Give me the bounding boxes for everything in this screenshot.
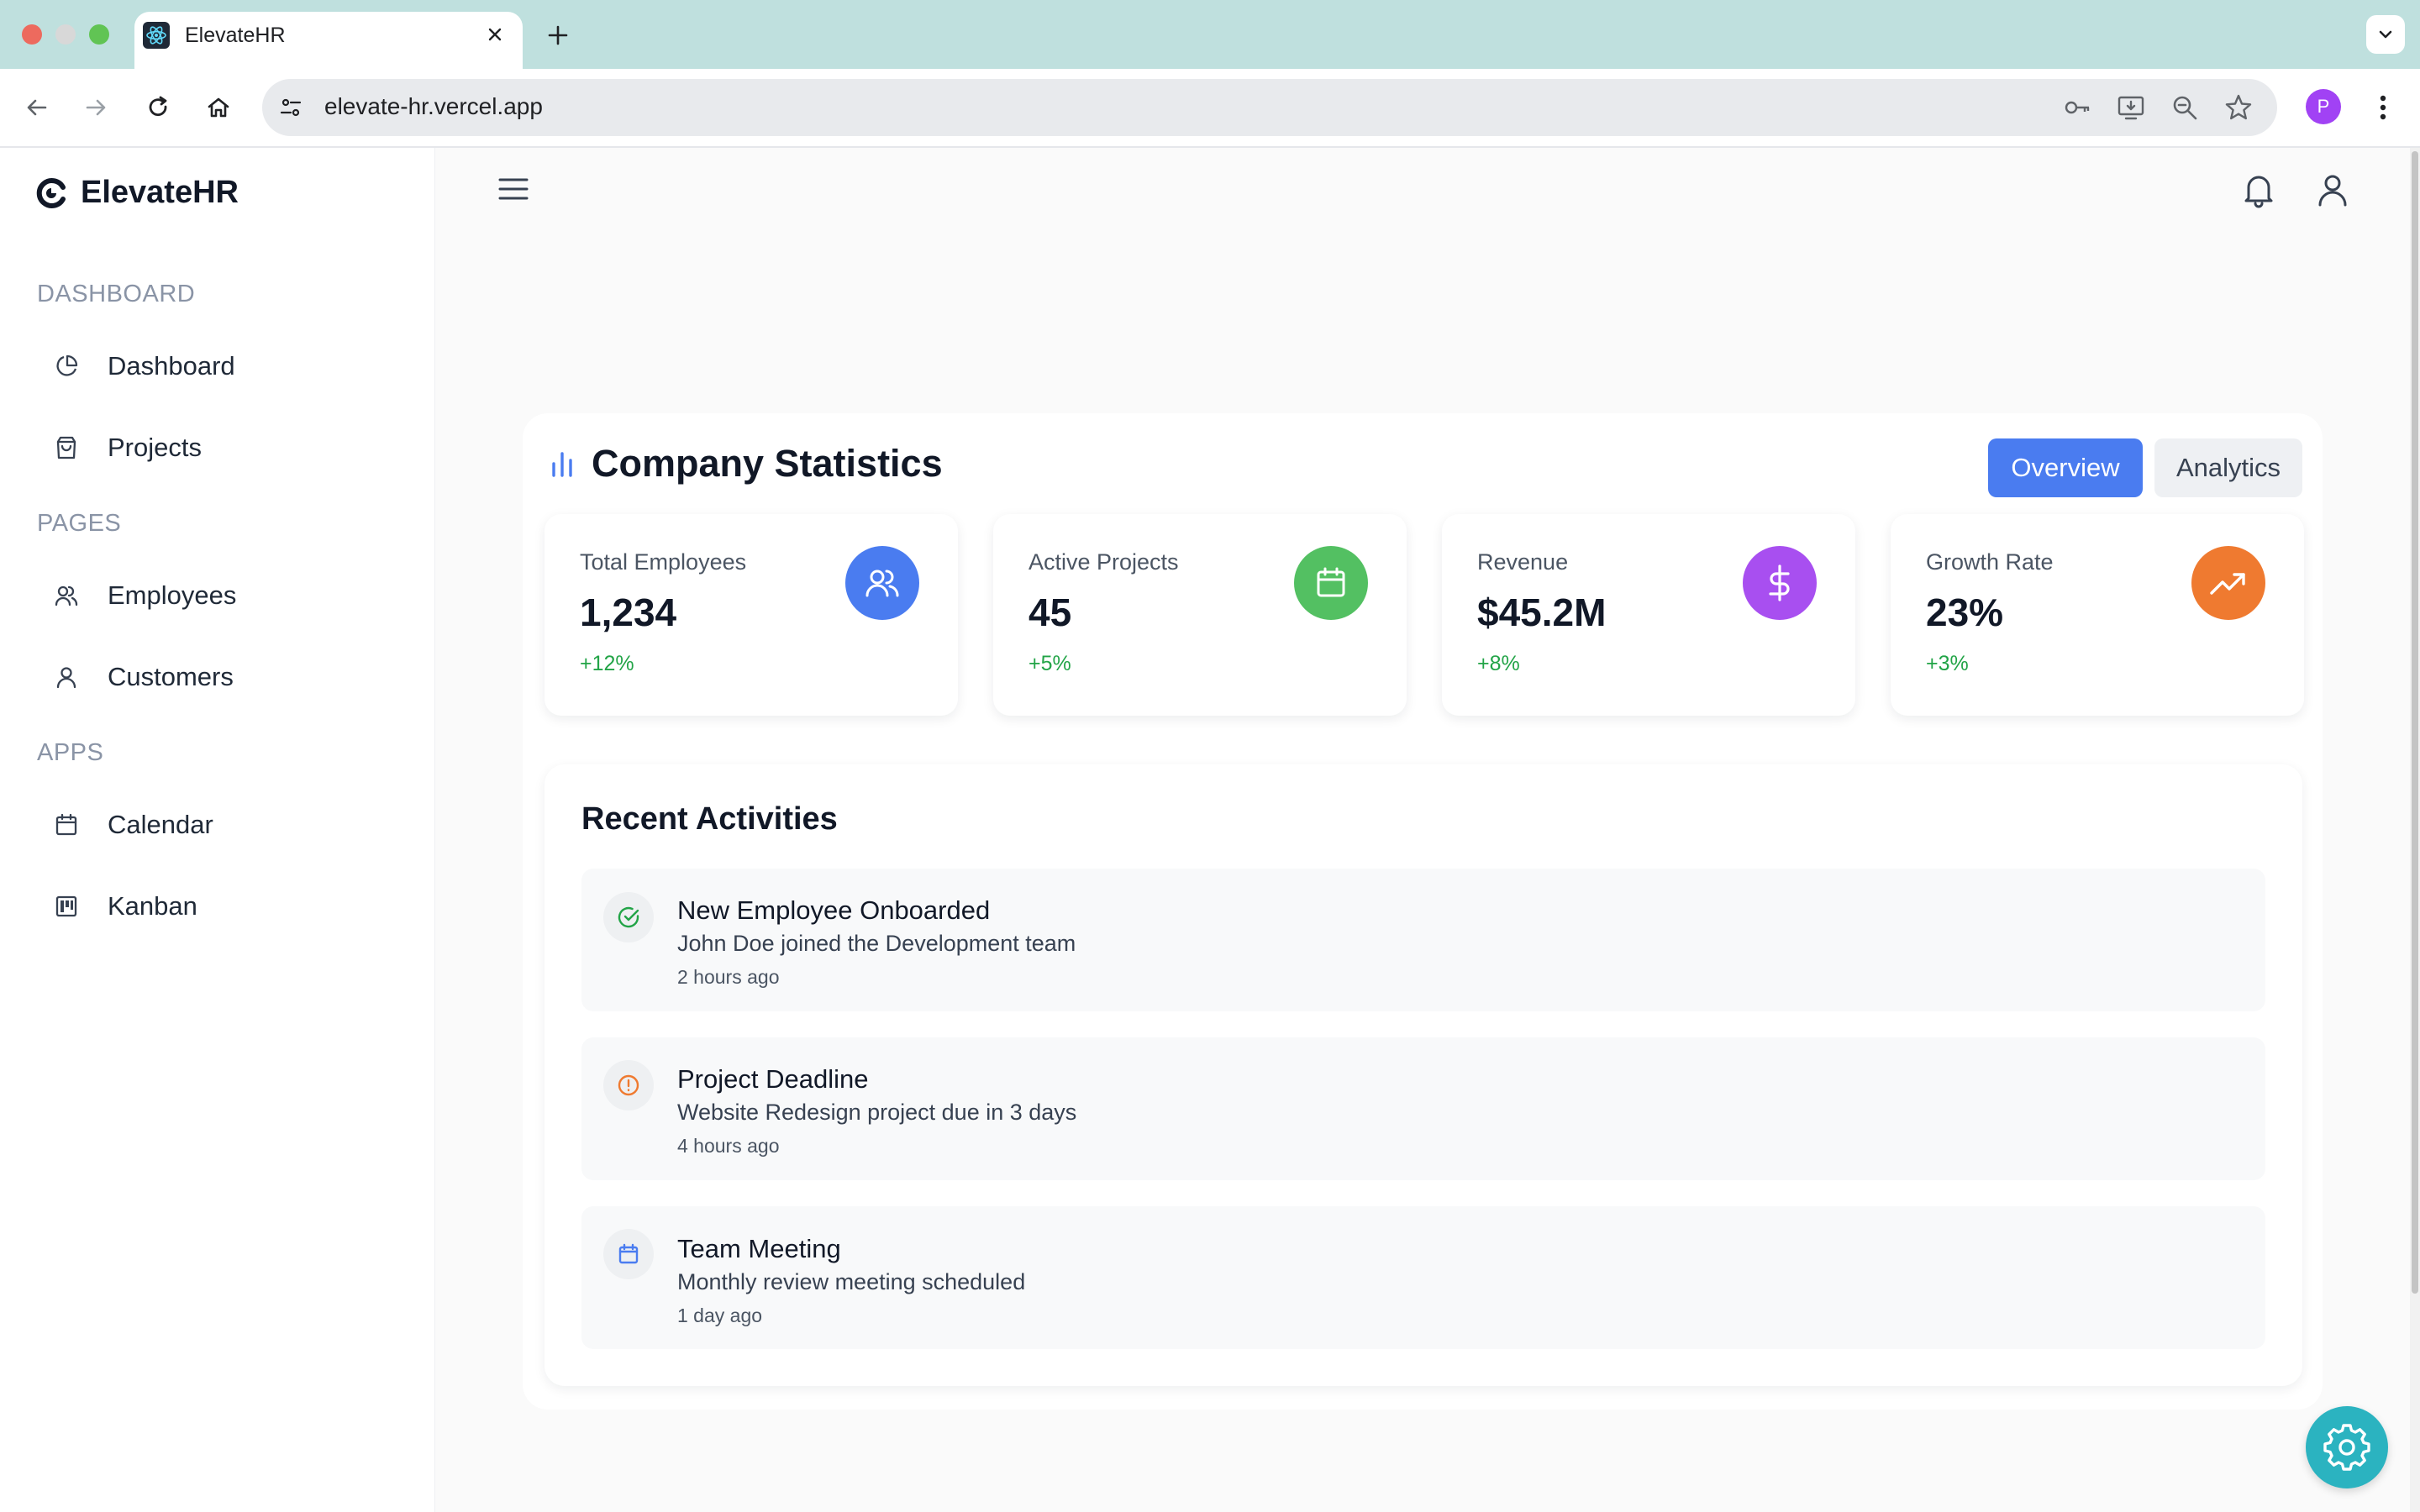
browser-menu-icon[interactable] (2366, 89, 2400, 126)
zoom-icon[interactable] (2166, 89, 2203, 126)
sidebar-item-customers[interactable]: Customers (37, 647, 407, 707)
check-circle-icon (603, 892, 654, 942)
scrollbar-thumb[interactable] (2412, 151, 2418, 1294)
stat-delta: +8% (1477, 652, 1520, 675)
sidebar-item-label: Employees (108, 580, 237, 610)
tab-analytics[interactable]: Analytics (2154, 438, 2302, 497)
menu-toggle-icon[interactable] (494, 170, 533, 208)
sidebar-item-dashboard[interactable]: Dashboard (37, 336, 407, 396)
activity-title: Team Meeting (677, 1234, 841, 1263)
stat-card-growth-rate: Growth Rate 23% +3% (1891, 514, 2304, 716)
window-zoom-button[interactable] (89, 24, 109, 45)
calendar-icon (603, 1229, 654, 1279)
users-icon (845, 546, 919, 620)
stat-delta: +12% (580, 652, 634, 675)
page-title: Company Statistics (592, 442, 943, 485)
brand-name: ElevateHR (81, 175, 239, 210)
activity-description: Monthly review meeting scheduled (677, 1269, 1026, 1294)
pie-chart-icon (52, 352, 81, 381)
stat-card-revenue: Revenue $45.2M +8% (1442, 514, 1855, 716)
section-title: Recent Activities (581, 801, 838, 837)
sidebar-item-kanban[interactable]: Kanban (37, 876, 407, 937)
calendar-icon (52, 811, 81, 839)
reload-icon[interactable] (139, 89, 176, 126)
activity-title: New Employee Onboarded (677, 895, 991, 925)
sidebar-item-label: Calendar (108, 810, 213, 839)
sidebar-item-label: Dashboard (108, 351, 235, 381)
window-close-button[interactable] (22, 24, 42, 45)
stat-delta: +3% (1926, 652, 1969, 675)
sidebar-item-calendar[interactable]: Calendar (37, 795, 407, 855)
sidebar-item-label: Customers (108, 662, 234, 691)
site-settings-icon[interactable] (274, 91, 308, 124)
stat-label: Active Projects (1028, 549, 1179, 575)
sidebar-item-employees[interactable]: Employees (37, 565, 407, 626)
stat-card-total-employees: Total Employees 1,234 +12% (544, 514, 958, 716)
back-arrow-icon[interactable] (18, 89, 55, 126)
stat-label: Revenue (1477, 549, 1569, 575)
section-label-dashboard: DASHBOARD (37, 281, 196, 307)
alert-circle-icon (603, 1060, 654, 1110)
activity-title: Project Deadline (677, 1064, 869, 1094)
bar-chart-icon (548, 449, 576, 479)
sidebar-item-projects[interactable]: Projects (37, 417, 407, 478)
browser-tab-title: ElevateHR (185, 24, 286, 47)
install-app-icon[interactable] (2112, 89, 2149, 126)
close-tab-icon[interactable] (482, 22, 508, 47)
react-logo-icon (143, 22, 170, 49)
users-icon (52, 581, 81, 610)
user-icon (52, 663, 81, 691)
shopping-bag-icon (52, 433, 81, 462)
tab-overview[interactable]: Overview (1988, 438, 2143, 497)
gear-icon (2323, 1424, 2370, 1471)
notification-bell-icon[interactable] (2238, 170, 2279, 210)
stat-card-active-projects: Active Projects 45 +5% (993, 514, 1407, 716)
stat-delta: +5% (1028, 652, 1071, 675)
password-key-icon[interactable] (2059, 89, 2096, 126)
brand-logo[interactable]: ElevateHR (35, 175, 239, 211)
stat-value: 1,234 (580, 591, 677, 634)
calendar-icon (1294, 546, 1368, 620)
stat-label: Growth Rate (1926, 549, 2054, 575)
window-minimize-button[interactable] (55, 24, 76, 45)
section-label-pages: PAGES (37, 510, 122, 537)
activity-description: Website Redesign project due in 3 days (677, 1100, 1077, 1125)
bookmark-star-icon[interactable] (2220, 89, 2257, 126)
stat-value: $45.2M (1477, 591, 1607, 634)
stat-label: Total Employees (580, 549, 747, 575)
home-icon[interactable] (200, 89, 237, 126)
elevatehr-logo-icon (36, 177, 66, 208)
stat-value: 45 (1028, 591, 1072, 634)
forward-arrow-icon[interactable] (77, 89, 114, 126)
activity-description: John Doe joined the Development team (677, 931, 1076, 956)
url-text[interactable]: elevate-hr.vercel.app (324, 93, 543, 120)
kanban-icon (52, 892, 81, 921)
activity-time: 2 hours ago (677, 966, 780, 988)
trending-up-icon (2191, 546, 2265, 620)
sidebar-item-label: Kanban (108, 891, 197, 921)
profile-avatar[interactable]: P (2306, 89, 2341, 124)
dollar-icon (1743, 546, 1817, 620)
new-tab-icon[interactable] (541, 18, 575, 52)
activity-time: 4 hours ago (677, 1135, 780, 1157)
settings-fab-button[interactable] (2306, 1406, 2388, 1488)
stat-value: 23% (1926, 591, 2004, 634)
address-bar[interactable] (262, 79, 2277, 136)
sidebar-item-label: Projects (108, 433, 202, 462)
section-label-apps: APPS (37, 739, 104, 766)
activity-time: 1 day ago (677, 1305, 763, 1326)
user-account-icon[interactable] (2312, 170, 2353, 210)
tab-search-chevron-icon[interactable] (2366, 15, 2405, 54)
